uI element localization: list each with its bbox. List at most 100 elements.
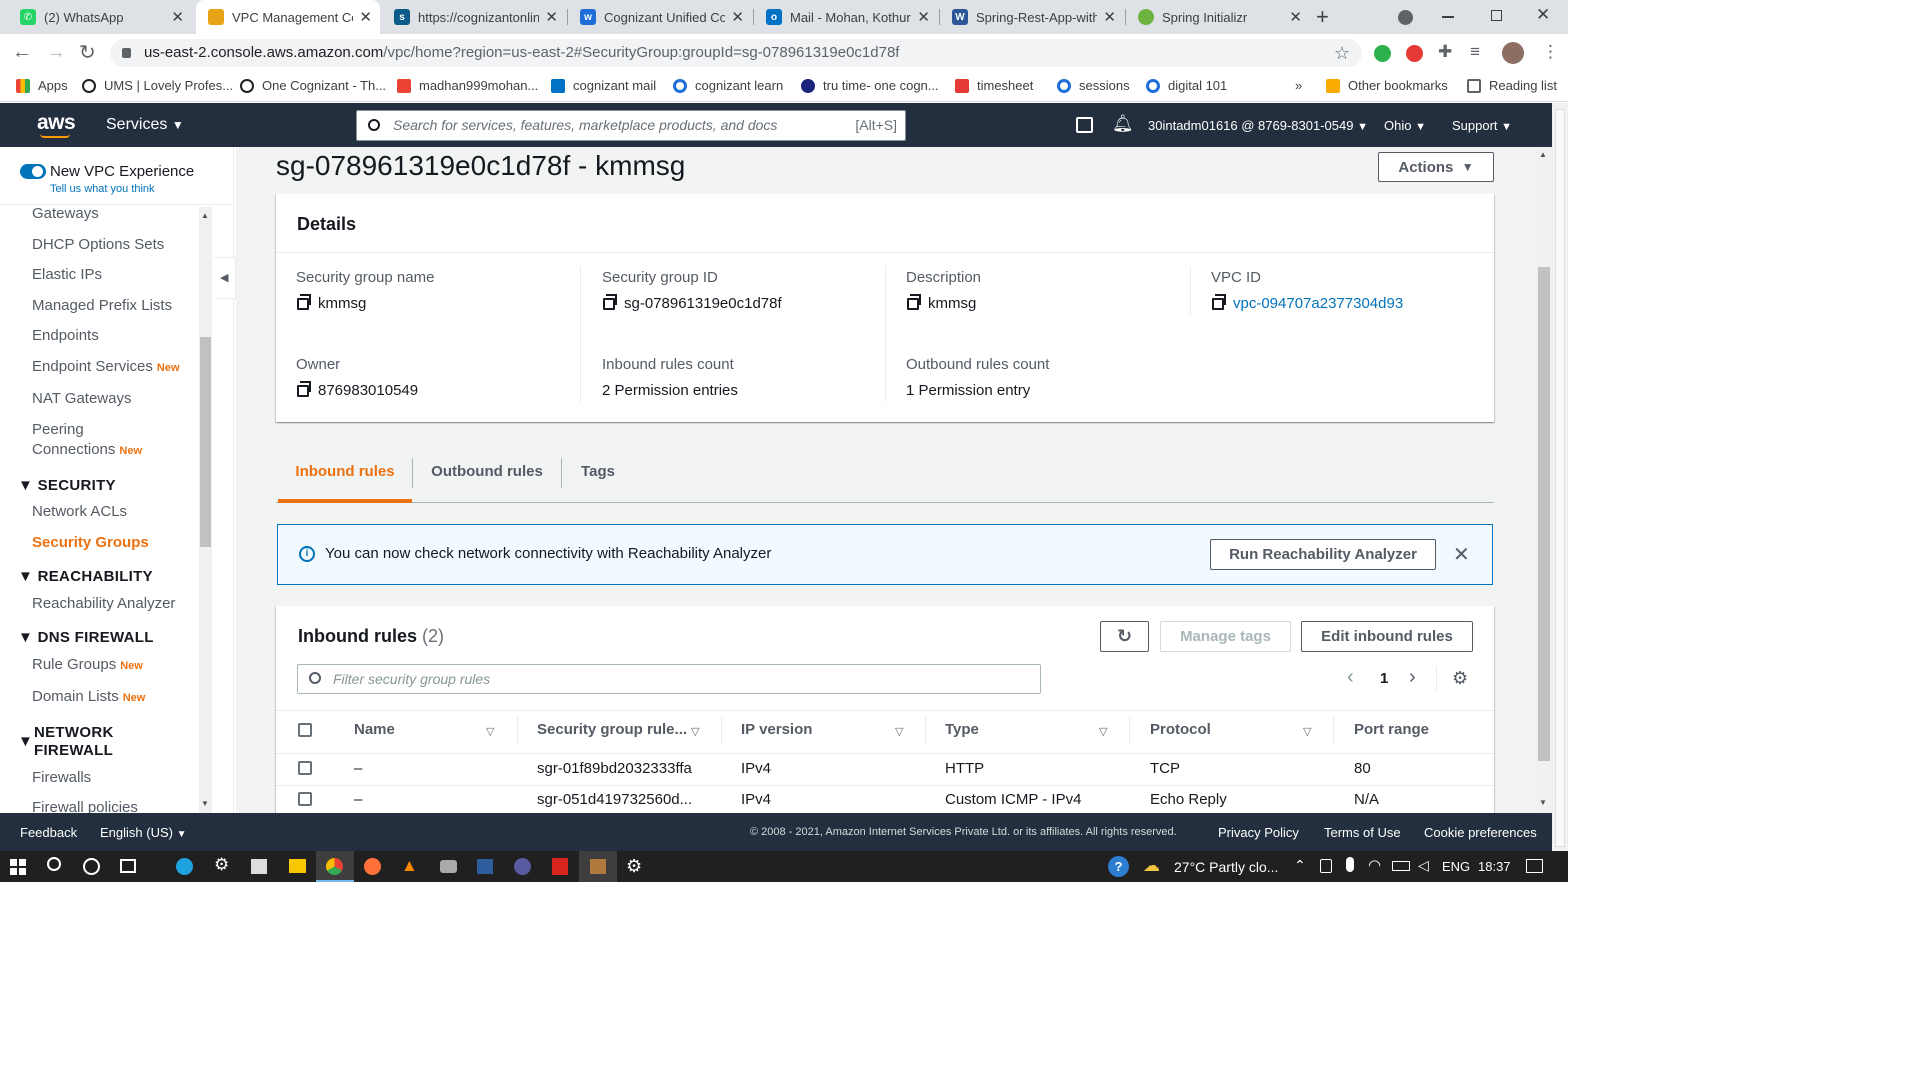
device-icon[interactable] xyxy=(1320,859,1332,873)
other-bookmarks[interactable]: Other bookmarks xyxy=(1326,78,1448,93)
column-header-type[interactable]: Type xyxy=(945,721,979,738)
page-scrollbar[interactable] xyxy=(1552,103,1568,851)
bookmark[interactable]: tru time- one cogn... xyxy=(801,78,939,93)
services-menu[interactable]: Services ▼ xyxy=(106,116,184,134)
sidebar-item-endpoints[interactable]: Endpoints xyxy=(32,326,99,346)
bookmark[interactable]: sessions xyxy=(1057,78,1130,93)
copy-icon[interactable] xyxy=(297,380,311,397)
windows-start-icon[interactable] xyxy=(10,859,26,875)
sidebar-scrollbar[interactable]: ▲ ▼ xyxy=(199,207,212,813)
sidebar-item-domain-lists[interactable]: Domain Lists New xyxy=(32,687,145,708)
account-menu[interactable]: 30intadm01616 @ 8769-8301-0549 ▼ xyxy=(1148,118,1368,133)
edit-inbound-rules-button[interactable]: Edit inbound rules xyxy=(1301,621,1473,652)
forward-icon[interactable]: → xyxy=(46,41,66,64)
actions-button[interactable]: Actions ▼ xyxy=(1378,152,1494,182)
bookmarks-overflow-button[interactable]: » xyxy=(1295,78,1302,93)
vlc-icon[interactable]: ▲ xyxy=(401,856,418,876)
browser-tab[interactable]: o Mail - Mohan, Kothur ✕ xyxy=(754,0,938,34)
app-taskbar-button[interactable] xyxy=(579,851,617,882)
tab-outbound-rules[interactable]: Outbound rules xyxy=(413,463,561,480)
column-header-rule-id[interactable]: Security group rule... xyxy=(537,721,687,738)
feedback-link[interactable]: Tell us what you think xyxy=(50,183,155,195)
sidebar-item-nat-gateways[interactable]: NAT Gateways xyxy=(32,389,131,409)
support-menu[interactable]: Support ▼ xyxy=(1452,118,1512,133)
row-checkbox[interactable] xyxy=(298,792,312,806)
new-experience-toggle[interactable] xyxy=(20,164,46,179)
bookmark-star-icon[interactable]: ☆ xyxy=(1334,39,1350,67)
page-number[interactable]: 1 xyxy=(1380,670,1388,687)
minimize-icon[interactable] xyxy=(1442,16,1454,18)
acrobat-icon[interactable] xyxy=(552,858,568,875)
weather-icon[interactable]: ☁ xyxy=(1143,856,1160,876)
column-header-port-range[interactable]: Port range xyxy=(1354,721,1429,738)
sidebar-item-firewall-policies[interactable]: Firewall policies xyxy=(32,798,138,813)
browser-tab[interactable]: Spring Initializr ✕ xyxy=(1126,0,1310,34)
copy-icon[interactable] xyxy=(297,293,311,310)
close-window-icon[interactable]: ✕ xyxy=(1536,5,1550,25)
close-tab-icon[interactable]: ✕ xyxy=(545,8,558,26)
gear-app-icon[interactable]: ⚙ xyxy=(626,856,642,877)
chrome-taskbar-button[interactable] xyxy=(316,851,354,882)
firefox-icon[interactable] xyxy=(364,858,381,875)
browser-tab[interactable]: ✆ (2) WhatsApp ✕ xyxy=(8,0,192,34)
sidebar-item-prefix-lists[interactable]: Managed Prefix Lists xyxy=(32,296,172,316)
tab-tags[interactable]: Tags xyxy=(562,463,634,480)
copy-icon[interactable] xyxy=(907,293,921,310)
bookmark[interactable]: cognizant mail xyxy=(551,78,656,93)
tab-inbound-rules[interactable]: Inbound rules xyxy=(278,463,412,480)
sidebar-item-elastic-ips[interactable]: Elastic IPs xyxy=(32,265,102,285)
column-header-ip-version[interactable]: IP version xyxy=(741,721,812,738)
sort-icon[interactable]: ▽ xyxy=(1303,725,1311,738)
notifications-icon[interactable] xyxy=(1526,859,1543,873)
language-select[interactable]: English (US) ▼ xyxy=(100,825,187,840)
copy-icon[interactable] xyxy=(603,293,617,310)
extension-icon[interactable] xyxy=(1374,45,1391,62)
close-tab-icon[interactable]: ✕ xyxy=(1289,8,1302,26)
volume-icon[interactable]: ◁ xyxy=(1418,857,1429,874)
row-checkbox[interactable] xyxy=(298,761,312,775)
refresh-button[interactable]: ↻ xyxy=(1100,621,1149,652)
column-header-protocol[interactable]: Protocol xyxy=(1150,721,1211,738)
sidebar-item-security-groups[interactable]: Security Groups xyxy=(32,533,149,553)
sidebar-section-security[interactable]: ▼ SECURITY xyxy=(18,477,116,494)
language-indicator[interactable]: ENG xyxy=(1442,859,1470,874)
camera-icon[interactable] xyxy=(440,860,457,873)
restore-icon[interactable] xyxy=(1491,10,1502,21)
adblock-icon[interactable] xyxy=(1406,45,1423,62)
close-tab-icon[interactable]: ✕ xyxy=(731,8,744,26)
bookmark[interactable]: madhan999mohan... xyxy=(397,78,538,93)
column-header-name[interactable]: Name xyxy=(354,721,395,738)
back-icon[interactable]: ← xyxy=(12,41,32,64)
settings-icon[interactable]: ⚙ xyxy=(214,855,229,875)
sidebar-section-dns-firewall[interactable]: ▼ DNS FIREWALL xyxy=(18,629,154,646)
browser-tab[interactable]: s https://cognizantonlin ✕ xyxy=(382,0,566,34)
browser-tab[interactable]: w Cognizant Unified Cor ✕ xyxy=(568,0,752,34)
terms-of-use-link[interactable]: Terms of Use xyxy=(1324,825,1401,840)
sidebar-item-reachability-analyzer[interactable]: Reachability Analyzer xyxy=(32,594,175,614)
run-reachability-analyzer-button[interactable]: Run Reachability Analyzer xyxy=(1210,539,1436,570)
service-search-input[interactable]: Search for services, features, marketpla… xyxy=(356,110,906,141)
tab-search-icon[interactable] xyxy=(1398,10,1413,25)
bookmark[interactable]: timesheet xyxy=(955,78,1033,93)
close-tab-icon[interactable]: ✕ xyxy=(359,8,372,26)
cloudshell-icon[interactable] xyxy=(1076,117,1093,133)
sidebar-item-peering[interactable]: Peering Connections New xyxy=(32,420,142,461)
menu-kebab-icon[interactable]: ⋮ xyxy=(1542,42,1559,62)
store-icon[interactable] xyxy=(251,859,267,874)
next-page-icon[interactable]: › xyxy=(1409,666,1416,689)
bookmark[interactable]: UMS | Lovely Profes... xyxy=(82,78,233,93)
sidebar-item-endpoint-services[interactable]: Endpoint Services New xyxy=(32,357,180,378)
tray-chevron-icon[interactable]: ⌃ xyxy=(1294,857,1306,874)
search-icon[interactable] xyxy=(47,857,61,871)
sidebar-item-firewalls[interactable]: Firewalls xyxy=(32,768,91,788)
sts-icon[interactable] xyxy=(477,859,493,874)
sort-icon[interactable]: ▽ xyxy=(691,725,699,738)
vpc-link[interactable]: vpc-094707a2377304d93 xyxy=(1233,295,1403,312)
weather-text[interactable]: 27°C Partly clo... xyxy=(1174,859,1278,875)
bookmark-apps[interactable]: Apps xyxy=(16,78,68,93)
copy-icon[interactable] xyxy=(1212,293,1226,310)
sort-icon[interactable]: ▽ xyxy=(895,725,903,738)
task-view-icon[interactable] xyxy=(120,859,136,873)
sidebar-item-network-acls[interactable]: Network ACLs xyxy=(32,502,127,522)
region-menu[interactable]: Ohio ▼ xyxy=(1384,118,1426,133)
